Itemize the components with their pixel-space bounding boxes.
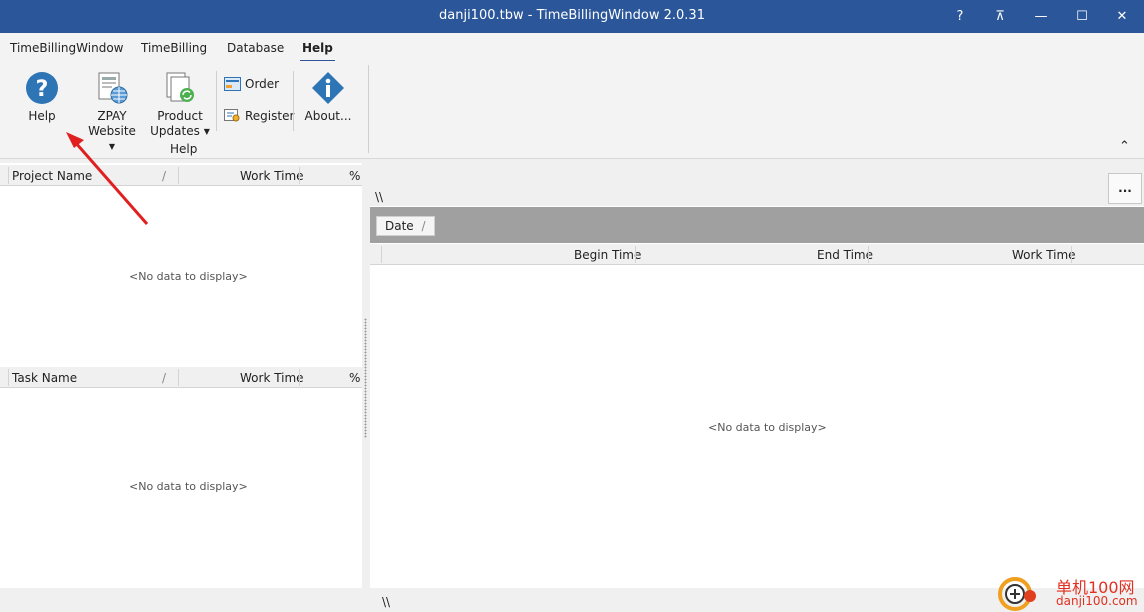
watermark: 单机100网 danji100.com	[996, 574, 1144, 612]
annotation-arrow-head	[66, 132, 84, 148]
annotation-arrow-shaft	[73, 141, 149, 225]
watermark-url: danji100.com	[1056, 594, 1138, 608]
watermark-logo-icon	[998, 577, 1036, 611]
annotation-arrow	[66, 132, 149, 225]
